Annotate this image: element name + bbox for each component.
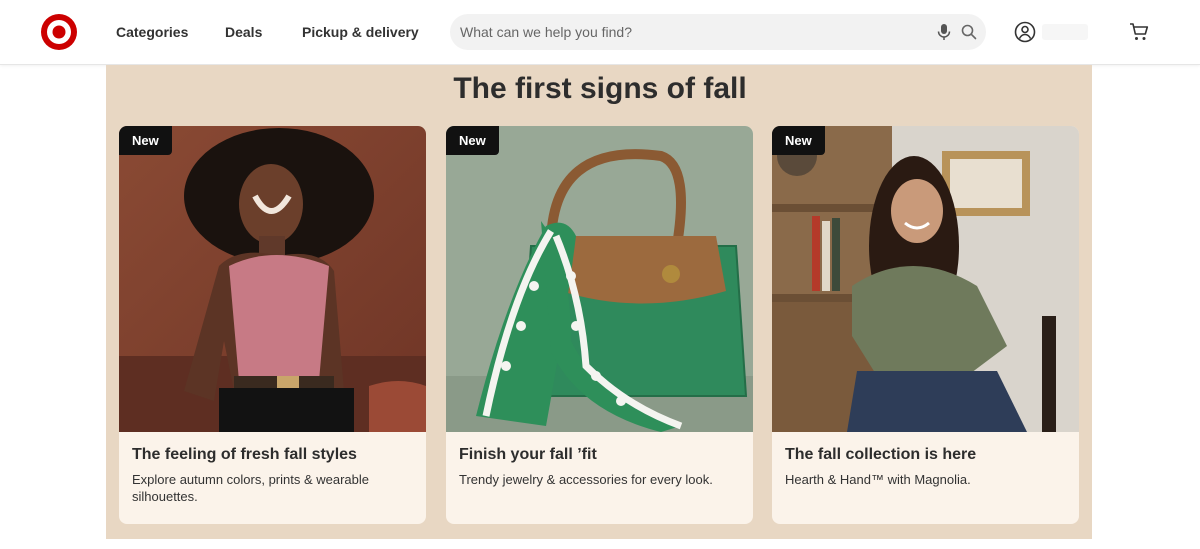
search-input[interactable] — [460, 14, 920, 50]
account-name-placeholder[interactable] — [1042, 24, 1088, 40]
promo-card-fall-styles[interactable]: New The feeling of fresh fall styles Exp… — [119, 126, 426, 524]
cart-icon[interactable] — [1129, 22, 1149, 42]
search-bar — [450, 14, 986, 50]
card-title[interactable]: The feeling of fresh fall styles — [132, 446, 357, 464]
new-badge: New — [772, 126, 825, 155]
card-title[interactable]: The fall collection is here — [785, 446, 976, 464]
new-badge: New — [119, 126, 172, 155]
nav-pickup-delivery[interactable]: Pickup & delivery — [302, 24, 419, 40]
new-badge: New — [446, 126, 499, 155]
target-logo-icon[interactable] — [40, 13, 78, 51]
promo-card-accessories[interactable]: New Finish your fall ’fit Trendy jewelry… — [446, 126, 753, 524]
banner-title: The first signs of fall — [453, 72, 747, 105]
mic-icon[interactable] — [935, 23, 953, 41]
card-image-home-collection — [772, 126, 1079, 432]
card-description: Explore autumn colors, prints & wearable… — [132, 472, 370, 504]
card-description: Hearth & Hand™ with Magnolia. — [785, 472, 971, 487]
card-description: Trendy jewelry & accessories for every l… — [459, 472, 713, 487]
card-title[interactable]: Finish your fall ’fit — [459, 446, 597, 464]
account-icon[interactable] — [1014, 21, 1036, 43]
card-image-fashion — [119, 126, 426, 432]
nav-deals[interactable]: Deals — [225, 24, 262, 40]
promo-card-fall-collection[interactable]: New The fall collection is here Hearth &… — [772, 126, 1079, 524]
site-header: Categories Deals Pickup & delivery — [0, 0, 1200, 65]
card-image-handbag — [446, 126, 753, 432]
search-icon[interactable] — [961, 24, 977, 40]
nav-categories[interactable]: Categories — [116, 24, 188, 40]
